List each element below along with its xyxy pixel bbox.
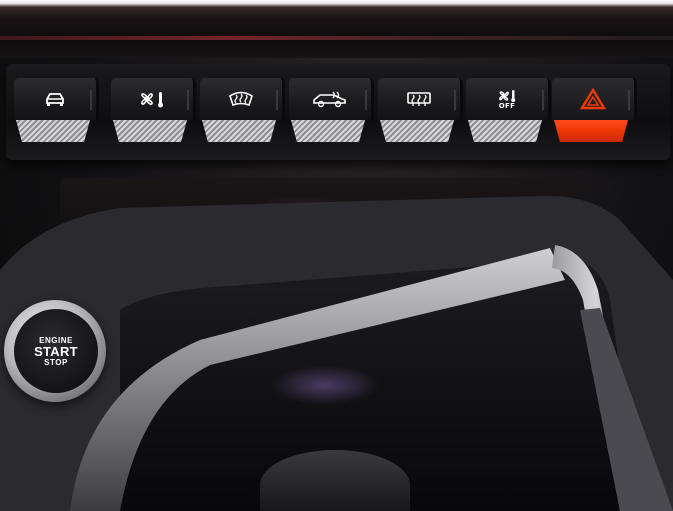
climate-off-cap[interactable]: OFF [466, 78, 551, 120]
cup-holder [260, 450, 410, 511]
rear-defrost-switch[interactable] [378, 78, 463, 144]
start-line2: START [34, 343, 78, 359]
switch-chrome-trim [291, 120, 365, 142]
fan-climate-switch[interactable] [111, 78, 196, 144]
fan-off-icon [496, 89, 518, 103]
switch-chrome-trim [380, 120, 454, 142]
rear-defrost-cap[interactable] [378, 78, 463, 120]
climate-off-switch[interactable]: OFF [466, 78, 551, 144]
eco-drive-cap[interactable] [289, 78, 374, 120]
rear-window-defrost-icon [406, 90, 432, 108]
drive-mode-switch[interactable] [14, 78, 99, 144]
eco-drive-switch[interactable] [289, 78, 374, 144]
start-line3: STOP [44, 357, 68, 367]
front-defrost-switch[interactable] [200, 78, 285, 144]
windshield-defrost-icon [228, 90, 254, 108]
car-center-console: OFF ENGINE START STOP [0, 0, 673, 511]
fan-thermometer-icon [137, 89, 167, 109]
hazard-orange-trim [554, 120, 628, 142]
hazard-cap[interactable] [552, 78, 637, 120]
ambient-reflection [270, 365, 380, 405]
hazard-triangle-icon [580, 88, 606, 110]
switch-chrome-trim [113, 120, 187, 142]
switch-chrome-trim [16, 120, 90, 142]
fan-climate-cap[interactable] [111, 78, 196, 120]
hazard-switch[interactable] [552, 78, 637, 144]
drive-mode-cap[interactable] [14, 78, 99, 120]
car-outline-icon [44, 91, 66, 107]
engine-start-stop-button[interactable]: ENGINE START STOP [14, 309, 98, 393]
switch-chrome-trim [468, 120, 542, 142]
front-defrost-cap[interactable] [200, 78, 285, 120]
off-label: OFF [498, 101, 516, 110]
car-eco-icon [312, 90, 348, 108]
switch-chrome-trim [202, 120, 276, 142]
dashboard-top-trim [0, 0, 673, 58]
